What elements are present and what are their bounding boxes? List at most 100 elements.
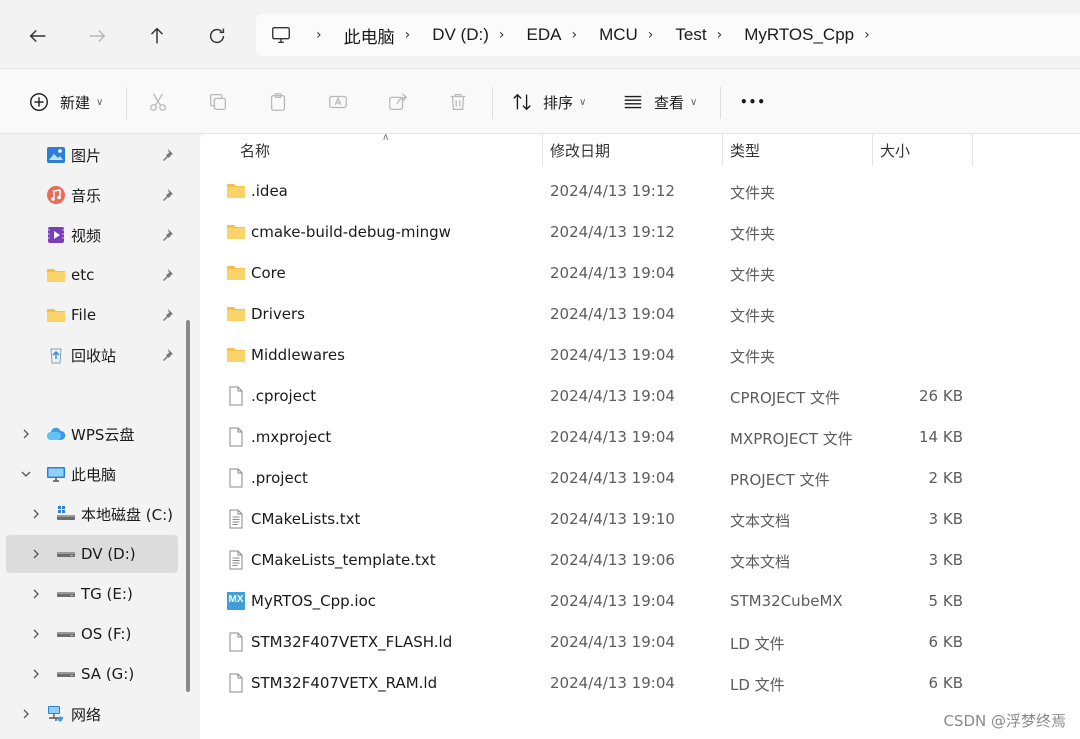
column-divider[interactable] bbox=[542, 134, 543, 166]
table-row[interactable]: CMakeLists.txt 2024/4/13 19:10 文本文档 3 KB bbox=[200, 499, 1080, 540]
new-button[interactable]: 新建 ∨ bbox=[28, 85, 103, 119]
column-header-name[interactable]: 名称 bbox=[240, 134, 270, 166]
chevron-right-icon[interactable] bbox=[20, 428, 32, 440]
chevron-right-icon[interactable]: › bbox=[316, 27, 322, 43]
file-date: 2024/4/13 19:04 bbox=[550, 305, 675, 323]
chevron-right-icon[interactable]: › bbox=[499, 27, 505, 43]
breadcrumb-current-folder[interactable]: MyRTOS_Cpp bbox=[744, 25, 854, 45]
file-name: .mxproject bbox=[251, 428, 332, 446]
more-options-button[interactable]: ••• bbox=[740, 85, 766, 119]
folder-icon bbox=[226, 181, 246, 201]
breadcrumb-mcu[interactable]: MCU bbox=[599, 25, 638, 45]
table-row[interactable]: MX MyRTOS_Cpp.ioc 2024/4/13 19:04 STM32C… bbox=[200, 581, 1080, 622]
sort-icon bbox=[513, 93, 531, 111]
file-name: .idea bbox=[251, 182, 288, 200]
cut-button[interactable] bbox=[147, 85, 169, 119]
file-date: 2024/4/13 19:04 bbox=[550, 674, 675, 692]
file-type: 文件夹 bbox=[730, 184, 776, 202]
chevron-right-icon[interactable] bbox=[30, 588, 42, 600]
sidebar-item-drive-d[interactable]: DV (D:) bbox=[6, 535, 178, 573]
chevron-right-icon[interactable] bbox=[30, 548, 42, 560]
column-divider[interactable] bbox=[722, 134, 723, 166]
file-type: MXPROJECT 文件 bbox=[730, 430, 853, 448]
column-header-date[interactable]: 修改日期 bbox=[550, 134, 610, 166]
sidebar-item-music[interactable]: 音乐 bbox=[6, 176, 178, 214]
table-row[interactable]: Drivers 2024/4/13 19:04 文件夹 bbox=[200, 294, 1080, 335]
sidebar-item-etc[interactable]: etc bbox=[6, 256, 178, 294]
sidebar-item-wps-cloud[interactable]: WPS云盘 bbox=[6, 415, 178, 453]
sidebar-item-drive-c[interactable]: 本地磁盘 (C:) bbox=[6, 495, 178, 533]
table-row[interactable]: CMakeLists_template.txt 2024/4/13 19:06 … bbox=[200, 540, 1080, 581]
copy-button[interactable] bbox=[207, 85, 229, 119]
table-row[interactable]: STM32F407VETX_RAM.ld 2024/4/13 19:04 LD … bbox=[200, 663, 1080, 704]
sidebar-item-pictures[interactable]: 图片 bbox=[6, 136, 178, 174]
chevron-right-icon[interactable] bbox=[30, 668, 42, 680]
sidebar-item-this-pc[interactable]: 此电脑 bbox=[6, 455, 178, 493]
back-button[interactable] bbox=[20, 18, 56, 54]
column-divider[interactable] bbox=[872, 134, 873, 166]
delete-button[interactable] bbox=[447, 85, 469, 119]
sidebar-item-file[interactable]: File bbox=[6, 296, 178, 334]
sidebar-item-recycle-bin[interactable]: 回收站 bbox=[6, 336, 178, 374]
table-row[interactable]: .project 2024/4/13 19:04 PROJECT 文件 2 KB bbox=[200, 458, 1080, 499]
sort-button-label: 排序 bbox=[543, 93, 574, 112]
file-name: Drivers bbox=[251, 305, 305, 323]
file-name: MyRTOS_Cpp.ioc bbox=[251, 592, 377, 610]
pin-icon[interactable] bbox=[160, 348, 174, 362]
sidebar-item-drive-f[interactable]: OS (F:) bbox=[6, 615, 178, 653]
chevron-right-icon[interactable]: › bbox=[571, 27, 577, 43]
chevron-right-icon[interactable] bbox=[20, 708, 32, 720]
pin-icon[interactable] bbox=[160, 268, 174, 282]
column-header-type[interactable]: 类型 bbox=[730, 134, 760, 166]
refresh-icon bbox=[209, 28, 225, 44]
sidebar-item-drive-g[interactable]: SA (G:) bbox=[6, 655, 178, 693]
table-row[interactable]: Middlewares 2024/4/13 19:04 文件夹 bbox=[200, 335, 1080, 376]
breadcrumb-test[interactable]: Test bbox=[675, 25, 706, 45]
sidebar-item-network[interactable]: 网络 bbox=[6, 695, 178, 733]
up-button[interactable] bbox=[139, 18, 175, 54]
breadcrumb-drive-d[interactable]: DV (D:) bbox=[432, 25, 489, 45]
pin-icon[interactable] bbox=[160, 148, 174, 162]
table-row[interactable]: cmake-build-debug-mingw 2024/4/13 19:12 … bbox=[200, 212, 1080, 253]
chevron-right-icon[interactable]: › bbox=[864, 27, 870, 43]
chevron-right-icon[interactable]: › bbox=[717, 27, 723, 43]
sidebar-item-videos[interactable]: 视频 bbox=[6, 216, 178, 254]
file-type: LD 文件 bbox=[730, 676, 785, 694]
pin-icon[interactable] bbox=[160, 308, 174, 322]
pin-icon[interactable] bbox=[160, 228, 174, 242]
sort-button[interactable]: 排序 ∨ bbox=[511, 85, 586, 119]
table-row[interactable]: Core 2024/4/13 19:04 文件夹 bbox=[200, 253, 1080, 294]
table-row[interactable]: STM32F407VETX_FLASH.ld 2024/4/13 19:04 L… bbox=[200, 622, 1080, 663]
breadcrumb-this-pc[interactable]: 此电脑 bbox=[344, 23, 395, 48]
folder-icon bbox=[47, 309, 65, 322]
file-name: .cproject bbox=[251, 387, 317, 405]
breadcrumb-eda[interactable]: EDA bbox=[527, 25, 562, 45]
view-button[interactable]: 查看 ∨ bbox=[622, 85, 697, 119]
table-row[interactable]: .mxproject 2024/4/13 19:04 MXPROJECT 文件 … bbox=[200, 417, 1080, 458]
forward-button[interactable] bbox=[79, 18, 115, 54]
share-button[interactable] bbox=[387, 85, 409, 119]
address-bar[interactable]: › 此电脑 › DV (D:) › EDA › MCU › Test › MyR… bbox=[256, 14, 1080, 56]
chevron-right-icon[interactable]: › bbox=[405, 27, 411, 43]
table-row[interactable]: .idea 2024/4/13 19:12 文件夹 bbox=[200, 171, 1080, 212]
pin-icon[interactable] bbox=[160, 188, 174, 202]
chevron-down-icon[interactable] bbox=[20, 468, 32, 480]
table-row[interactable]: .cproject 2024/4/13 19:04 CPROJECT 文件 26… bbox=[200, 376, 1080, 417]
sidebar-item-label: 视频 bbox=[71, 226, 102, 245]
rename-button[interactable] bbox=[327, 85, 349, 119]
file-date: 2024/4/13 19:04 bbox=[550, 633, 675, 651]
sidebar-item-drive-e[interactable]: TG (E:) bbox=[6, 575, 178, 613]
column-header-size[interactable]: 大小 bbox=[880, 134, 910, 166]
chevron-right-icon[interactable] bbox=[30, 508, 42, 520]
refresh-button[interactable] bbox=[199, 18, 235, 54]
paste-button[interactable] bbox=[267, 85, 289, 119]
sidebar-scrollbar-thumb[interactable] bbox=[186, 320, 190, 692]
file-icon bbox=[226, 673, 246, 693]
column-divider[interactable] bbox=[972, 134, 973, 166]
sidebar-item-label: 图片 bbox=[71, 146, 102, 165]
chevron-right-icon[interactable] bbox=[30, 628, 42, 640]
chevron-right-icon[interactable]: › bbox=[648, 27, 654, 43]
file-name: CMakeLists.txt bbox=[251, 510, 361, 528]
file-size: 6 KB bbox=[928, 633, 963, 651]
drive-icon bbox=[57, 552, 75, 557]
